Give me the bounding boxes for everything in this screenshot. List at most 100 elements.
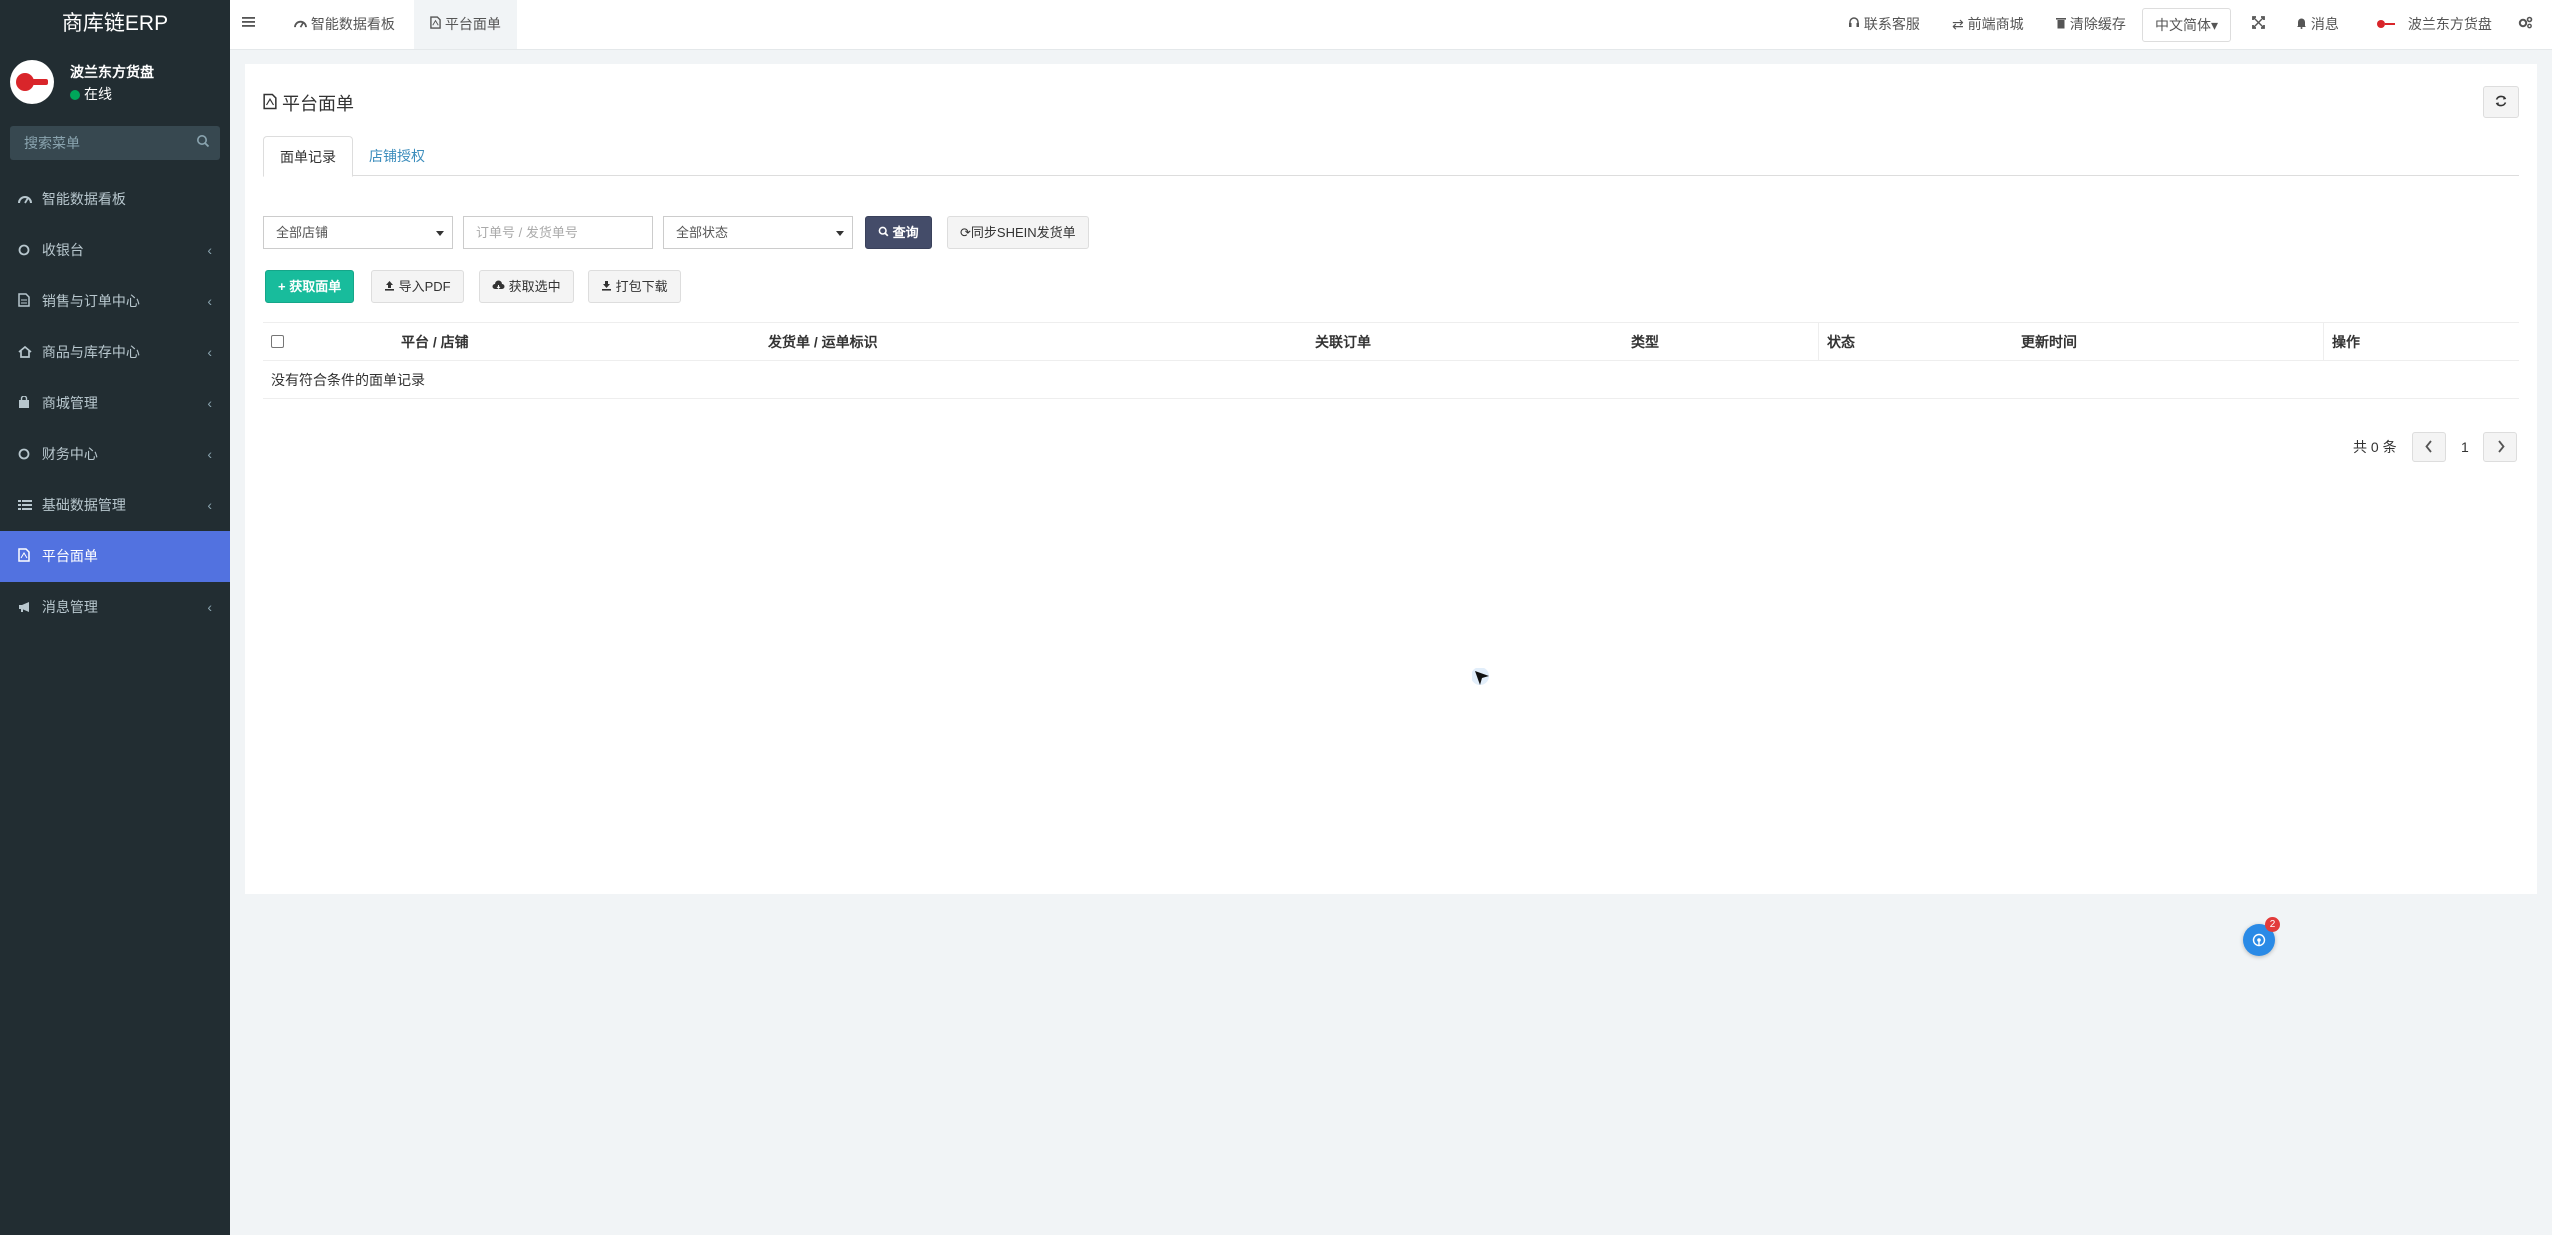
avatar	[10, 60, 54, 104]
sidebar-item-cashier[interactable]: 收银台 ‹	[0, 225, 230, 276]
chevron-left-icon: ‹	[207, 446, 212, 462]
page-title: 平台面单	[263, 90, 354, 116]
caret-down-icon	[436, 231, 444, 236]
broadcast-icon	[2251, 932, 2267, 952]
menu-search-input[interactable]	[10, 126, 220, 160]
messages-link[interactable]: 消息	[2296, 0, 2339, 49]
tab-platform-waybill[interactable]: 平台面单	[414, 0, 517, 49]
chevron-left-icon: ‹	[207, 242, 212, 258]
column-header[interactable]: 更新时间	[2021, 323, 2077, 361]
tab-waybill-records[interactable]: 面单记录	[263, 136, 353, 177]
chevron-left-icon: ‹	[207, 293, 212, 309]
select-all-checkbox[interactable]	[271, 335, 284, 348]
sidebar-item-finance[interactable]: 财务中心 ‹	[0, 429, 230, 480]
sidebar-item-dashboard[interactable]: 智能数据看板	[0, 174, 230, 225]
refresh-icon: ⟳	[960, 225, 971, 240]
trash-icon	[2056, 16, 2066, 32]
sidebar-item-base-data[interactable]: 基础数据管理 ‹	[0, 480, 230, 531]
caret-down-icon	[836, 231, 844, 236]
user-menu[interactable]: 波兰东方货盘	[2376, 0, 2492, 49]
column-header[interactable]: 关联订单	[1315, 323, 1371, 361]
sync-shein-button[interactable]: ⟳同步SHEIN发货单	[947, 216, 1089, 249]
caret-down-icon: ▾	[2211, 17, 2219, 33]
cloud-download-icon	[492, 279, 505, 294]
fetch-waybill-button[interactable]: + 获取面单	[265, 270, 355, 303]
mouse-cursor-icon	[1471, 667, 1492, 694]
pdf-file-icon	[263, 93, 277, 114]
app-brand[interactable]: 商库链ERP	[0, 0, 230, 48]
user-status: 在线	[70, 84, 112, 104]
top-navbar: 智能数据看板 平台面单 联系客服 ⇄ 前端商城 清除缓存 中文简体▾ 消息 波兰…	[230, 0, 2552, 50]
list-icon	[18, 481, 36, 532]
sidebar: 商库链ERP 波兰东方货盘 在线 智能数据看板 收银台 ‹ 销售与订单中心 ‹	[0, 0, 230, 1235]
chevron-left-icon	[2425, 440, 2433, 457]
shop-select[interactable]: 全部店铺	[263, 216, 453, 249]
column-header[interactable]: 操作	[2323, 323, 2360, 361]
sidebar-item-sales-orders[interactable]: 销售与订单中心 ‹	[0, 276, 230, 327]
download-icon	[601, 279, 612, 294]
table-header: 平台 / 店铺 发货单 / 运单标识 关联订单 类型 状态 更新时间 操作	[263, 323, 2519, 361]
tab-dashboard[interactable]: 智能数据看板	[278, 0, 411, 49]
dashboard-icon	[18, 175, 36, 226]
chevron-left-icon: ‹	[207, 497, 212, 513]
sidebar-item-platform-waybill[interactable]: 平台面单	[0, 531, 230, 582]
sidebar-item-goods-inventory[interactable]: 商品与库存中心 ‹	[0, 327, 230, 378]
content-panel: 平台面单 面单记录 店铺授权 全部店铺 全部状态 查询 ⟳同步SHEIN发货单 …	[245, 64, 2537, 894]
chevron-left-icon: ‹	[207, 599, 212, 615]
exchange-icon: ⇄	[1952, 16, 1964, 32]
sidebar-item-messages[interactable]: 消息管理 ‹	[0, 582, 230, 633]
column-header[interactable]: 状态	[1818, 323, 1855, 361]
status-select[interactable]: 全部状态	[663, 216, 853, 249]
current-page[interactable]: 1	[2461, 432, 2469, 462]
chevron-right-icon	[2497, 440, 2505, 457]
fullscreen-icon[interactable]	[2252, 0, 2265, 49]
pdf-file-icon	[430, 16, 441, 32]
headset-icon	[1848, 16, 1860, 32]
order-number-input[interactable]	[463, 216, 653, 249]
upload-icon	[384, 279, 395, 294]
user-name: 波兰东方货盘	[70, 64, 154, 80]
user-panel: 波兰东方货盘 在线	[0, 48, 230, 120]
import-pdf-button[interactable]: 导入PDF	[371, 270, 464, 303]
home-icon	[18, 328, 36, 379]
chevron-left-icon: ‹	[207, 395, 212, 411]
pack-download-button[interactable]: 打包下载	[588, 270, 681, 303]
refresh-icon	[2494, 94, 2508, 112]
empty-table-message: 没有符合条件的面单记录	[263, 361, 2519, 399]
hamburger-menu-icon[interactable]	[242, 15, 262, 35]
dashboard-icon	[294, 16, 307, 32]
query-button[interactable]: 查询	[865, 216, 932, 249]
tab-bar: 面单记录 店铺授权	[263, 136, 2519, 177]
chevron-left-icon: ‹	[207, 344, 212, 360]
prev-page-button[interactable]	[2412, 432, 2446, 462]
circle-icon	[18, 430, 36, 481]
settings-gears-icon[interactable]	[2518, 0, 2533, 49]
clear-cache-link[interactable]: 清除缓存	[2056, 0, 2126, 49]
search-icon	[878, 225, 889, 240]
contact-support-link[interactable]: 联系客服	[1848, 0, 1920, 49]
document-icon	[18, 277, 36, 328]
sidebar-item-mall[interactable]: 商城管理 ‹	[0, 378, 230, 429]
circle-icon	[18, 226, 36, 277]
fetch-selected-button[interactable]: 获取选中	[479, 270, 574, 303]
shopping-bag-icon	[18, 379, 36, 430]
frontend-mall-link[interactable]: ⇄ 前端商城	[1952, 0, 2024, 49]
column-header[interactable]: 平台 / 店铺	[401, 323, 469, 361]
next-page-button[interactable]	[2483, 432, 2517, 462]
pdf-file-icon	[18, 532, 36, 583]
waybill-table: 平台 / 店铺 发货单 / 运单标识 关联订单 类型 状态 更新时间 操作 没有…	[263, 322, 2519, 399]
tab-shop-authorization[interactable]: 店铺授权	[353, 136, 441, 177]
search-icon[interactable]	[196, 134, 210, 152]
column-header[interactable]: 发货单 / 运单标识	[768, 323, 878, 361]
pagination-total: 共 0 条	[2353, 439, 2397, 455]
menu-search	[10, 126, 220, 160]
user-logo-icon	[2376, 16, 2396, 32]
plus-icon: +	[278, 279, 286, 294]
column-header[interactable]: 类型	[1631, 323, 1659, 361]
bell-icon	[2296, 16, 2307, 32]
language-dropdown[interactable]: 中文简体▾	[2142, 8, 2232, 42]
sidebar-menu: 智能数据看板 收银台 ‹ 销售与订单中心 ‹ 商品与库存中心 ‹ 商城管理 ‹ …	[0, 174, 230, 633]
bullhorn-icon	[18, 583, 36, 634]
refresh-button[interactable]	[2483, 86, 2519, 118]
notification-count-badge: 2	[2265, 917, 2280, 932]
